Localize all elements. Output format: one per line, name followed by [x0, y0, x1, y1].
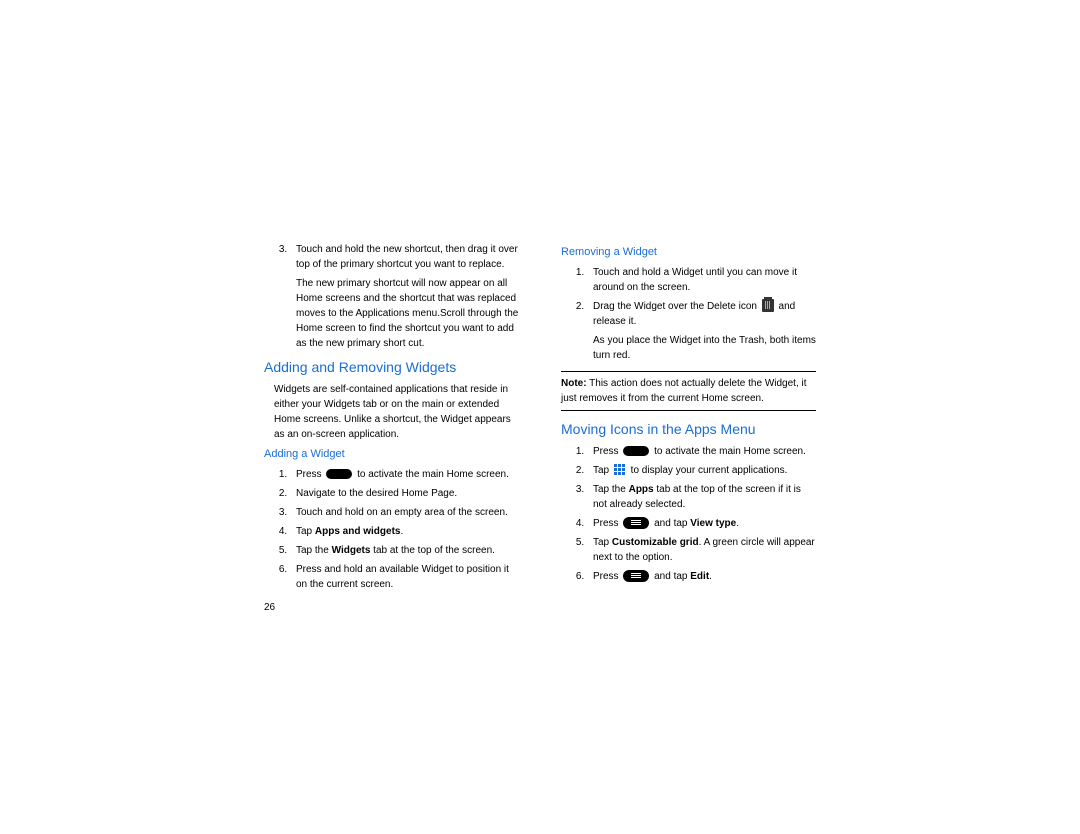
list-item: Touch and hold a Widget until you can mo…	[587, 265, 816, 295]
removing-widget-steps: Touch and hold a Widget until you can mo…	[561, 265, 816, 363]
list-item: Tap the Apps tab at the top of the scree…	[587, 482, 816, 512]
list-item: Touch and hold on an empty area of the s…	[290, 505, 519, 520]
menu-button-icon	[623, 570, 649, 582]
home-button-icon	[623, 446, 649, 456]
list-item: Press to activate the main Home screen.	[587, 444, 816, 459]
list-item: Press and tap Edit.	[587, 569, 816, 584]
adding-widget-steps: Press to activate the main Home screen. …	[264, 467, 519, 592]
page-number: 26	[264, 600, 519, 615]
manual-page: Touch and hold the new shortcut, then dr…	[0, 0, 1080, 615]
list-item: Navigate to the desired Home Page.	[290, 486, 519, 501]
moving-icons-steps: Press to activate the main Home screen. …	[561, 444, 816, 584]
section-intro: Widgets are self-contained applications …	[274, 382, 519, 442]
list-item-detail: As you place the Widget into the Trash, …	[593, 333, 816, 363]
subsection-heading: Removing a Widget	[561, 244, 816, 261]
list-item: Touch and hold the new shortcut, then dr…	[290, 242, 519, 351]
trash-icon	[762, 299, 774, 312]
home-button-icon	[326, 469, 352, 479]
list-item: Tap Customizable grid. A green circle wi…	[587, 535, 816, 565]
list-item: Drag the Widget over the Delete icon and…	[587, 299, 816, 363]
list-item: Tap to display your current applications…	[587, 463, 816, 478]
note-box: Note: This action does not actually dele…	[561, 371, 816, 411]
apps-grid-icon	[614, 464, 626, 476]
section-heading: Moving Icons in the Apps Menu	[561, 419, 816, 440]
list-item: Press and hold an available Widget to po…	[290, 562, 519, 592]
right-column: Removing a Widget Touch and hold a Widge…	[549, 240, 828, 615]
section-heading: Adding and Removing Widgets	[264, 357, 519, 378]
list-item-detail: The new primary shortcut will now appear…	[296, 276, 519, 351]
left-column: Touch and hold the new shortcut, then dr…	[252, 240, 531, 615]
list-item: Tap the Widgets tab at the top of the sc…	[290, 543, 519, 558]
list-item: Press and tap View type.	[587, 516, 816, 531]
subsection-heading: Adding a Widget	[264, 446, 519, 463]
menu-button-icon	[623, 517, 649, 529]
list-item: Press to activate the main Home screen.	[290, 467, 519, 482]
continued-list: Touch and hold the new shortcut, then dr…	[264, 242, 519, 351]
list-item: Tap Apps and widgets.	[290, 524, 519, 539]
